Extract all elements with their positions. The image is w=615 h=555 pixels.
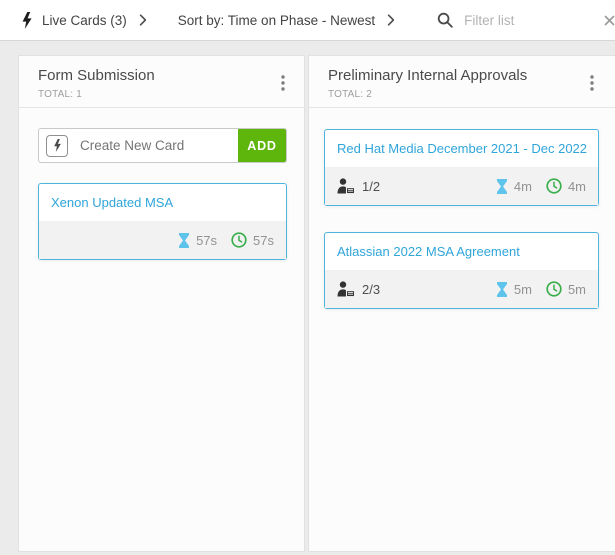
column-header: Preliminary Internal Approvals TOTAL: 2	[309, 56, 615, 108]
person-badge-icon	[337, 281, 355, 297]
total-time-metric: 5m	[546, 281, 586, 297]
assignees-metric: 1/2	[337, 178, 380, 194]
column-form-submission: Form Submission TOTAL: 1 ADD Xenon Updat…	[18, 55, 305, 552]
kanban-board: Form Submission TOTAL: 1 ADD Xenon Updat…	[0, 41, 615, 555]
total-time-value: 4m	[567, 178, 586, 194]
time-on-phase-value: 5m	[513, 281, 532, 297]
hourglass-icon	[179, 232, 190, 248]
live-cards-menu[interactable]: Live Cards (3)	[42, 13, 127, 28]
column-total-count: TOTAL: 1	[38, 89, 83, 100]
assignees-count: 2/3	[362, 281, 381, 297]
column-total-count: TOTAL: 2	[328, 89, 373, 100]
clock-icon	[231, 232, 247, 248]
column-menu-icon[interactable]	[588, 73, 596, 98]
lightning-bolt-icon	[21, 11, 33, 29]
person-badge-icon	[337, 178, 355, 194]
card-title-link[interactable]: Xenon Updated MSA	[39, 184, 286, 221]
filter-list-input[interactable]	[464, 12, 605, 28]
card-title-link[interactable]: Atlassian 2022 MSA Agreement	[325, 233, 598, 270]
sort-by-menu[interactable]: Sort by: Time on Phase - Newest	[178, 13, 375, 28]
column-body: Red Hat Media December 2021 - Dec 2022 1…	[309, 108, 615, 309]
total-time-metric: 4m	[546, 178, 586, 194]
clock-icon	[546, 178, 562, 194]
top-toolbar: Live Cards (3) Sort by: Time on Phase - …	[0, 0, 615, 41]
hourglass-icon	[496, 178, 507, 194]
column-header: Form Submission TOTAL: 1	[19, 56, 304, 108]
total-time-value: 57s	[253, 232, 274, 248]
search-icon	[437, 12, 453, 28]
total-time-metric: 57s	[231, 232, 274, 248]
card-footer: 2/3 5m 5m	[325, 270, 598, 308]
create-new-card-input[interactable]	[80, 138, 238, 153]
clear-filter-icon[interactable]	[604, 15, 615, 26]
chevron-right-icon[interactable]	[139, 14, 147, 26]
card-bolt-icon	[46, 134, 68, 157]
column-preliminary-internal-approvals: Preliminary Internal Approvals TOTAL: 2 …	[308, 55, 615, 552]
column-title: Form Submission	[38, 67, 155, 84]
card-xenon-updated-msa[interactable]: Xenon Updated MSA 57s 57s	[38, 183, 287, 260]
column-title: Preliminary Internal Approvals	[328, 67, 528, 84]
card-red-hat-media[interactable]: Red Hat Media December 2021 - Dec 2022 1…	[324, 129, 599, 206]
add-card-button[interactable]: ADD	[238, 129, 286, 162]
assignees-count: 1/2	[362, 178, 381, 194]
time-on-phase-value: 4m	[513, 178, 532, 194]
assignees-metric: 2/3	[337, 281, 380, 297]
card-title-link[interactable]: Red Hat Media December 2021 - Dec 2022	[325, 130, 598, 167]
time-on-phase-metric: 5m	[496, 281, 532, 297]
time-on-phase-metric: 57s	[178, 232, 218, 248]
time-on-phase-value: 57s	[196, 232, 218, 248]
chevron-right-icon[interactable]	[387, 14, 395, 26]
column-body: ADD Xenon Updated MSA 57s 57s	[19, 108, 304, 260]
clock-icon	[546, 281, 562, 297]
card-atlassian-msa[interactable]: Atlassian 2022 MSA Agreement 2/3 5m 5m	[324, 232, 599, 309]
total-time-value: 5m	[567, 281, 586, 297]
card-footer: 57s 57s	[39, 221, 286, 259]
card-footer: 1/2 4m 4m	[325, 167, 598, 205]
hourglass-icon	[496, 281, 507, 297]
time-on-phase-metric: 4m	[496, 178, 532, 194]
create-new-card-box: ADD	[38, 128, 287, 163]
column-menu-icon[interactable]	[279, 73, 287, 98]
